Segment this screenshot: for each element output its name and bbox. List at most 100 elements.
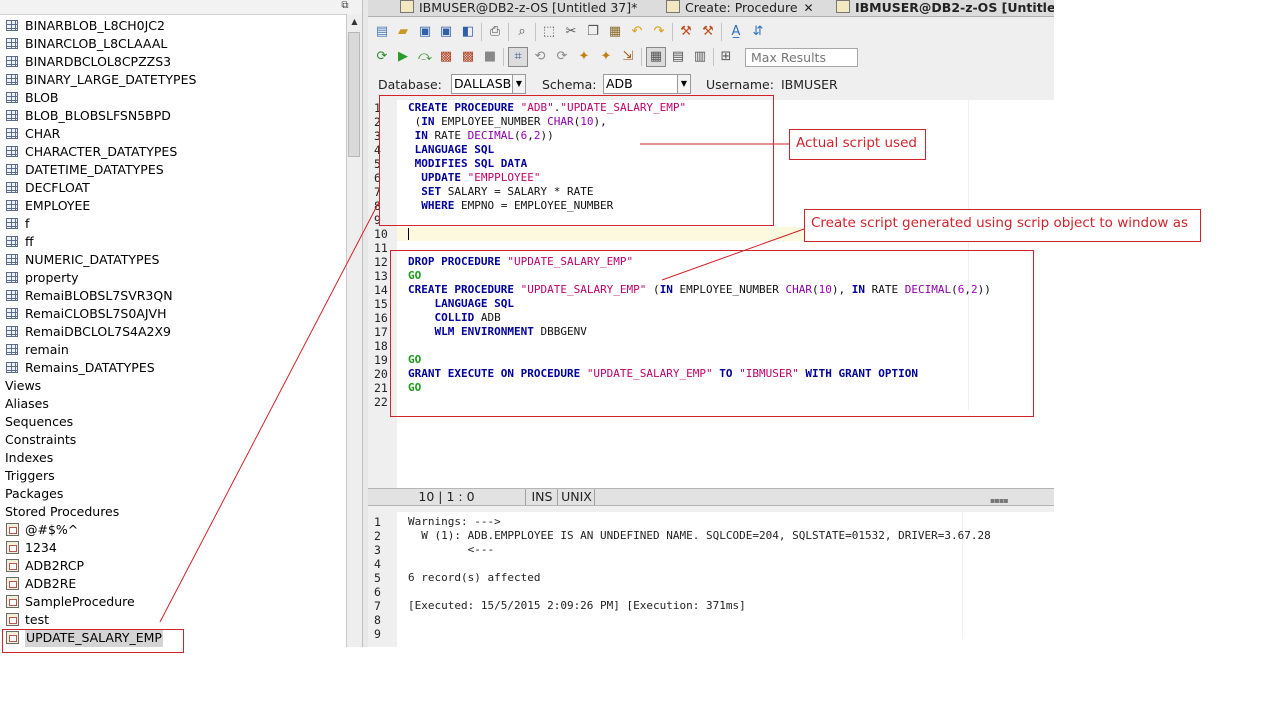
history-icon[interactable]: ✦	[576, 49, 592, 65]
table-icon	[6, 200, 18, 211]
insert-mode[interactable]: INS	[527, 489, 558, 505]
tool-icon-2[interactable]: ⚒	[700, 24, 716, 40]
select-icon[interactable]: ⬚	[541, 24, 557, 40]
line-endings[interactable]: UNIX	[559, 489, 595, 505]
database-select[interactable]: DALLASB ▼	[451, 74, 526, 94]
cut-icon[interactable]: ✂	[563, 24, 579, 40]
tab-create-procedure[interactable]: Create: Procedure ✕	[666, 0, 814, 16]
table-icon	[6, 182, 18, 193]
open-folder-icon[interactable]: ▰	[395, 24, 411, 40]
stop-icon[interactable]: ■	[482, 49, 498, 65]
tree-item-label: RemaiDBCLOL7S4A2X9	[25, 324, 172, 339]
procedure-icon	[6, 541, 19, 554]
autocommit-toggle-icon[interactable]: ⌗	[508, 47, 528, 67]
tree-item-label: RemaiCLOBSL7S0AJVH	[25, 306, 167, 321]
redo-icon[interactable]: ↷	[651, 24, 667, 40]
copy-icon[interactable]: ❐	[585, 24, 601, 40]
procedure-icon	[666, 0, 680, 13]
tool-icon[interactable]: ⚒	[678, 24, 694, 40]
table-icon	[6, 218, 18, 229]
message-line: [Executed: 15/5/2015 2:09:26 PM] [Execut…	[408, 599, 746, 612]
format-icon[interactable]: A̲	[728, 24, 744, 40]
tree-item-label: CHARACTER_DATATYPES	[25, 144, 178, 159]
results-tab-icon[interactable]: ▥	[692, 49, 708, 65]
table-icon	[6, 362, 18, 373]
run-all-icon[interactable]: ⟳	[374, 49, 390, 65]
procedure-icon	[6, 595, 19, 608]
tree-item-label: ADB2RE	[25, 576, 77, 591]
find-icon[interactable]: ⌕	[514, 24, 530, 40]
procedure-highlight	[2, 629, 184, 653]
results-grid-icon[interactable]: ▦	[646, 47, 666, 67]
paste-icon[interactable]: ▦	[607, 24, 623, 40]
tree-item-label: RemaiBLOBSL7SVR3QN	[25, 288, 173, 303]
tree-item-label: Remains_DATATYPES	[25, 360, 155, 375]
username-label: Username:	[706, 77, 774, 92]
text-caret	[408, 228, 409, 240]
schema-select[interactable]: ADB ▼	[603, 74, 691, 94]
print-icon[interactable]: ⎙	[487, 24, 503, 40]
message-line: Warnings: --->	[408, 515, 501, 528]
schema-value: ADB	[606, 76, 633, 91]
tab-untitled-37[interactable]: IBMUSER@DB2-z-OS [Untitled 37]*	[400, 0, 637, 16]
max-results-input[interactable]	[745, 48, 858, 67]
scroll-up-icon[interactable]: ▲	[347, 17, 362, 29]
messages-panel[interactable]: 123456789 Warnings: ---> W (1): ADB.EMPP…	[368, 512, 1054, 647]
tree-item-label: @#$%^	[25, 522, 79, 537]
table-icon	[6, 272, 18, 283]
line-number: 10	[374, 227, 388, 241]
tree-item-label: f	[25, 216, 30, 231]
scrollbar-thumb[interactable]	[348, 32, 360, 157]
tree-item-label: Constraints	[5, 432, 77, 447]
tree-item-label: Triggers	[5, 468, 55, 483]
message-line-number: 1	[374, 515, 381, 529]
tree-item-label: DECFLOAT	[25, 180, 90, 195]
cursor-position: 10 | 1 : 0	[368, 489, 526, 505]
chevron-down-icon[interactable]: ▼	[677, 75, 690, 93]
export-icon[interactable]: ⇲	[620, 49, 636, 65]
tree-item-label: ff	[25, 234, 34, 249]
undo-icon[interactable]: ↶	[629, 24, 645, 40]
tree-scrollbar[interactable]: ▲	[346, 14, 362, 647]
tab-untitled-active[interactable]: IBMUSER@DB2-z-OS [Untitled	[836, 0, 1054, 16]
explain-icon[interactable]: ▩	[438, 49, 454, 65]
schema-tree: BINARBLOB_L8CH0JC2 BINARCLOB_L8CLAAAL BINA…	[0, 0, 346, 647]
save-icon[interactable]: ▣	[417, 24, 433, 40]
actual-script-callout: Actual script used	[789, 129, 926, 160]
chevron-down-icon[interactable]: ▼	[512, 75, 525, 93]
run-script-icon[interactable]: ⤼	[417, 49, 433, 65]
results-text-icon[interactable]: ▤	[670, 49, 686, 65]
table-icon	[6, 20, 18, 31]
resize-grip-icon[interactable]: ▪▪▪▪	[990, 496, 1009, 505]
tree-item-label: NUMERIC_DATATYPES	[25, 252, 160, 267]
explain-icon-2[interactable]: ▩	[460, 49, 476, 65]
message-line: 6 record(s) affected	[408, 571, 541, 584]
procedure-icon	[6, 577, 19, 590]
commit-icon[interactable]: ⟲	[532, 49, 548, 65]
new-file-icon[interactable]: ▤	[374, 24, 390, 40]
tree-item-label: BLOB	[25, 90, 59, 105]
tree-item-label: Sequences	[5, 414, 74, 429]
run-icon[interactable]: ▶	[395, 49, 411, 65]
table-icon	[6, 38, 18, 49]
maximize-icon[interactable]: ⧉	[339, 1, 351, 11]
tree-item-label: Packages	[5, 486, 64, 501]
format-icon-2[interactable]: ⇵	[750, 24, 766, 40]
save-all-icon[interactable]: ◧	[460, 24, 476, 40]
table-icon	[6, 254, 18, 265]
table-icon	[6, 344, 18, 355]
tree-item-label: Views	[5, 378, 42, 393]
rollback-icon[interactable]: ⟳	[554, 49, 570, 65]
procedure-icon	[6, 523, 19, 536]
message-line-number: 2	[374, 529, 381, 543]
save-as-icon[interactable]: ▣	[438, 24, 454, 40]
actual-script-highlight	[379, 95, 774, 226]
options-icon[interactable]: ⊞	[718, 49, 734, 65]
bookmark-icon[interactable]: ✦	[598, 49, 614, 65]
close-icon[interactable]: ✕	[804, 1, 814, 15]
table-icon	[6, 92, 18, 103]
tree-item-label: BINARCLOB_L8CLAAAL	[25, 36, 168, 51]
message-line-number: 9	[374, 627, 381, 641]
username-value: IBMUSER	[781, 77, 838, 92]
tree-item-label: property	[25, 270, 79, 285]
